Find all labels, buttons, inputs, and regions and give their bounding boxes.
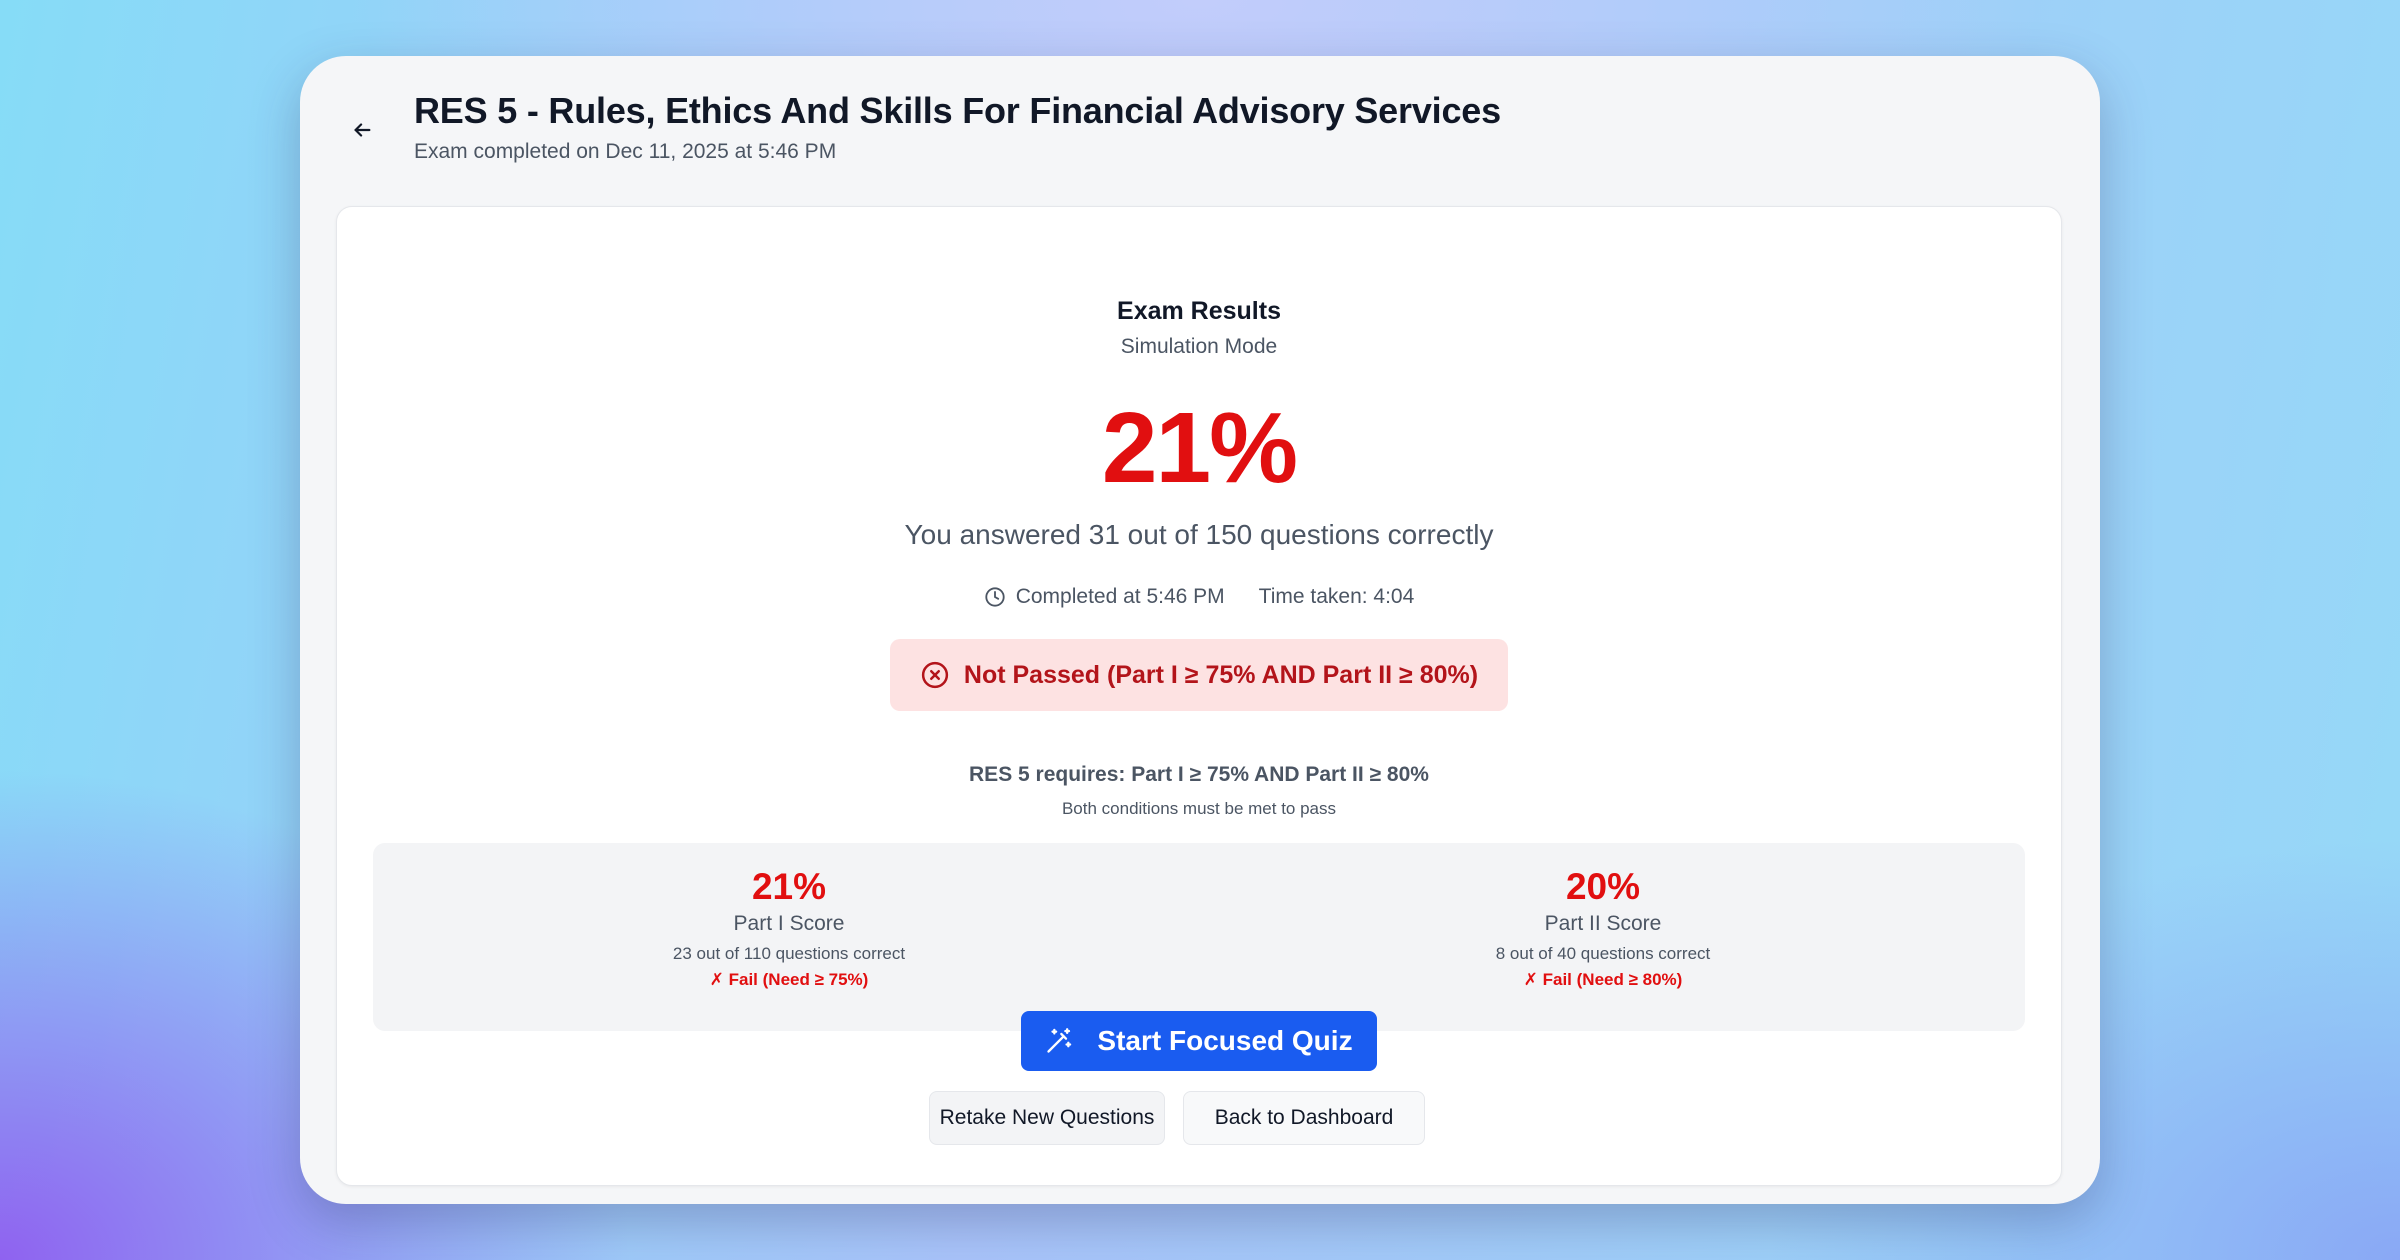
pass-requirements-note: Both conditions must be met to pass xyxy=(1061,799,1337,818)
part-result: ✗ Fail (Need ≥ 75%) xyxy=(709,969,869,989)
completion-meta: Completed at 5:46 PM Time taken: 4:04 xyxy=(337,585,2061,609)
part-score-detail: 8 out of 40 questions correct xyxy=(1495,943,1711,963)
start-focused-quiz-button[interactable]: Start Focused Quiz xyxy=(1021,1011,1377,1071)
part-score-label: Part II Score xyxy=(1544,911,1662,935)
part-score-value: 21% xyxy=(751,866,827,907)
results-card: Exam Results Simulation Mode 21% You ans… xyxy=(336,206,2062,1186)
page-subtitle: Exam completed on Dec 11, 2025 at 5:46 P… xyxy=(414,140,837,163)
retake-button[interactable]: Retake New Questions xyxy=(929,1091,1165,1145)
answered-summary: You answered 31 out of 150 questions cor… xyxy=(904,519,1494,550)
completed-at: Completed at 5:46 PM xyxy=(1015,585,1225,608)
page-header: RES 5 - Rules, Ethics And Skills For Fin… xyxy=(300,56,2100,206)
status-badge: Not Passed (Part I ≥ 75% AND Part II ≥ 8… xyxy=(890,639,1508,711)
time-taken: Time taken: 4:04 xyxy=(1258,585,1415,608)
part-score-detail: 23 out of 110 questions correct xyxy=(672,943,906,963)
part-1-score: 21% Part I Score 23 out of 110 questions… xyxy=(439,843,1139,990)
magic-wand-icon xyxy=(1047,1028,1072,1053)
clock-icon xyxy=(985,587,1005,607)
pass-requirements: RES 5 requires: Part I ≥ 75% AND Part II… xyxy=(969,763,1429,786)
app-window: RES 5 - Rules, Ethics And Skills For Fin… xyxy=(300,56,2100,1204)
results-title: Exam Results xyxy=(1117,297,1281,325)
arrow-left-icon xyxy=(354,123,371,137)
part-score-value: 20% xyxy=(1565,866,1641,907)
part-score-label: Part I Score xyxy=(733,911,845,935)
part-2-score: 20% Part II Score 8 out of 40 questions … xyxy=(1253,843,1953,990)
part-result: ✗ Fail (Need ≥ 80%) xyxy=(1523,969,1683,989)
exam-mode: Simulation Mode xyxy=(1120,335,1278,358)
page-title: RES 5 - Rules, Ethics And Skills For Fin… xyxy=(414,90,1501,131)
x-circle-icon xyxy=(921,661,949,689)
part-scores-panel: 21% Part I Score 23 out of 110 questions… xyxy=(373,843,2025,1031)
start-focused-quiz-label: Start Focused Quiz xyxy=(1097,1025,1353,1056)
overall-score: 21% xyxy=(1101,392,1298,504)
back-to-dashboard-button[interactable]: Back to Dashboard xyxy=(1183,1091,1425,1145)
back-button[interactable] xyxy=(344,112,380,148)
status-text: Not Passed (Part I ≥ 75% AND Part II ≥ 8… xyxy=(963,660,1479,689)
